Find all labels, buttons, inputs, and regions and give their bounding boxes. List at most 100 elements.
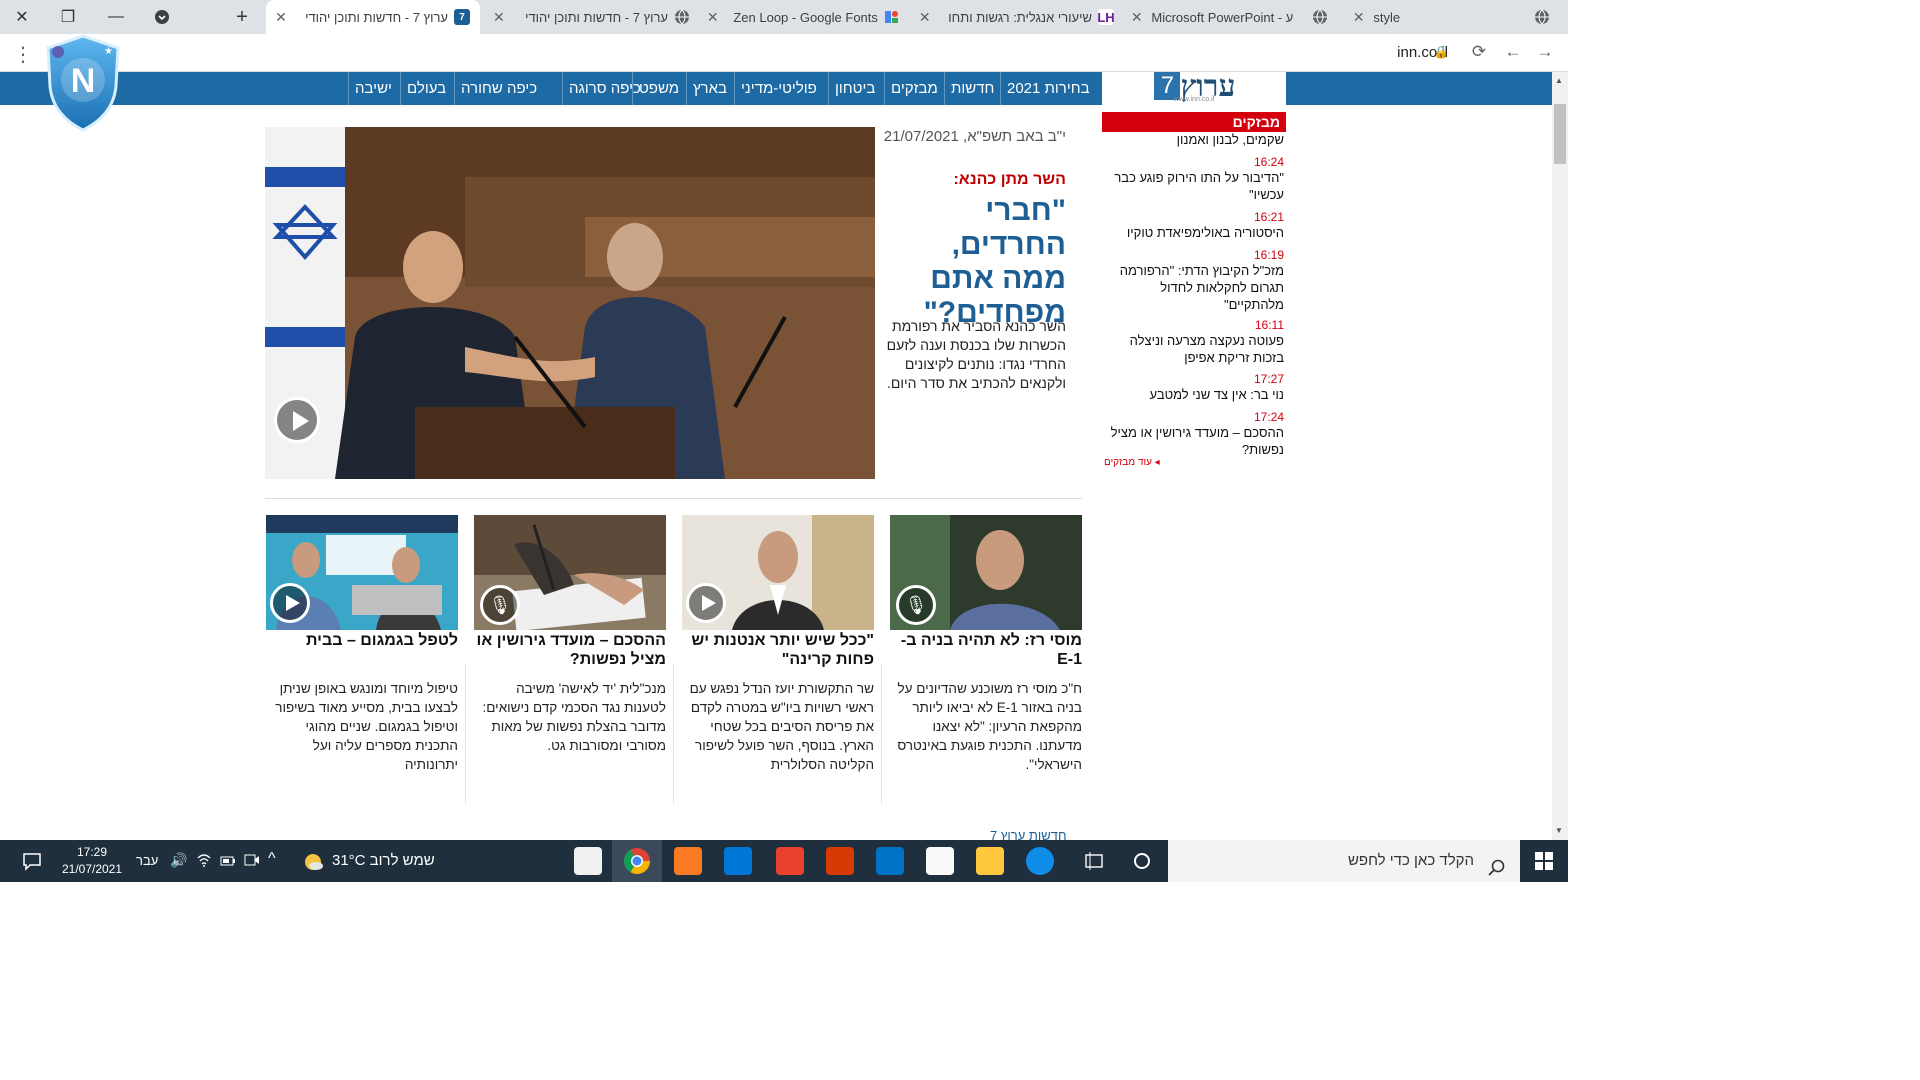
back-arrow-icon[interactable]: ← bbox=[1502, 42, 1524, 64]
play-video-icon[interactable] bbox=[686, 583, 726, 623]
main-story-title[interactable]: "חברי החרדים, ממה אתם מפחדים?" bbox=[886, 194, 1066, 330]
windows-start-icon[interactable] bbox=[1520, 840, 1568, 882]
play-video-icon[interactable] bbox=[270, 583, 310, 623]
tab-close-icon[interactable]: ✕ bbox=[1350, 9, 1367, 26]
card-image[interactable] bbox=[682, 515, 874, 630]
windows-taskbar: 17:29 21/07/2021 עבר 🔊 ^ שמש לרוב 31°C ה… bbox=[0, 840, 1568, 882]
microphone-icon[interactable]: 🎙 bbox=[896, 585, 936, 625]
nav-item-breaking[interactable]: מבזקים bbox=[884, 72, 944, 105]
nav-item-kippa-shchora[interactable]: כיפה שחורה bbox=[454, 72, 543, 105]
file-explorer-app-icon[interactable] bbox=[976, 847, 1004, 875]
globe-icon bbox=[674, 9, 690, 25]
main-story-kicker: השר מתן כהנא: bbox=[953, 171, 1066, 188]
paint-app-icon[interactable] bbox=[574, 847, 602, 875]
breaking-item[interactable]: 17:27 נוי בר: אין צד שני למטבע bbox=[1102, 372, 1284, 403]
more-breaking-label: עוד מבזקים bbox=[1104, 457, 1152, 468]
breaking-item[interactable]: 17:24 ההסכם – מועדד גירושין או מציל נפשות… bbox=[1102, 410, 1284, 458]
microphone-icon[interactable]: 🎙 bbox=[480, 585, 520, 625]
cortana-icon[interactable] bbox=[1132, 851, 1152, 876]
tab-style[interactable]: ✕ style bbox=[1346, 0, 1556, 34]
system-clock[interactable]: 17:29 21/07/2021 bbox=[56, 844, 128, 878]
tab-english-lessons[interactable]: ✕ שיעורי אנגלית: רגשות ותחו LH bbox=[912, 0, 1120, 34]
breaking-news-header[interactable]: מבזקים bbox=[1102, 112, 1286, 132]
breaking-item[interactable]: 16:11 פעוטה נעקצה מצרעה וניצלה בזכות זריק… bbox=[1102, 318, 1284, 366]
xampp-app-icon[interactable] bbox=[674, 847, 702, 875]
section-divider bbox=[265, 498, 1082, 499]
more-breaking-link[interactable]: ◂ עוד מבזקים bbox=[1104, 457, 1160, 468]
scroll-down-icon[interactable]: ▼ bbox=[1555, 826, 1563, 835]
arutz7-icon: 7 bbox=[454, 9, 470, 25]
card-title[interactable]: מוסי רז: לא תהיה בניה ב-E-1 bbox=[890, 631, 1082, 669]
nav-item-world[interactable]: בעולם bbox=[400, 72, 452, 105]
tab-close-icon[interactable]: ✕ bbox=[704, 9, 721, 26]
play-video-icon[interactable] bbox=[274, 397, 320, 443]
nav-item-elections[interactable]: בחירות 2021 bbox=[1000, 72, 1096, 105]
vscode-app-icon[interactable] bbox=[724, 847, 752, 875]
globe-icon bbox=[1312, 9, 1328, 25]
mail-app-icon[interactable] bbox=[876, 847, 904, 875]
battery-icon[interactable] bbox=[220, 854, 236, 872]
card-desc: מנכ"לית 'יד לאישה' משיבה לטענות נגד הסכמ… bbox=[482, 681, 666, 753]
scrollbar-thumb[interactable] bbox=[1554, 104, 1566, 164]
weather-sun-icon[interactable] bbox=[302, 851, 324, 878]
edge-app-icon[interactable] bbox=[1026, 847, 1054, 875]
card-title[interactable]: לטפל בגמגום – בבית bbox=[266, 631, 458, 650]
weather-widget[interactable]: שמש לרוב 31°C bbox=[332, 852, 435, 869]
task-view-icon[interactable] bbox=[1084, 851, 1104, 876]
scroll-up-icon[interactable]: ▲ bbox=[1555, 76, 1563, 85]
breaking-item-time: 17:24 bbox=[1253, 410, 1284, 424]
breaking-item[interactable]: 16:19 מזכ"ל הקיבוץ הדתי: "הרפורמה תגרום ל… bbox=[1102, 248, 1284, 313]
arutz7-news-link[interactable]: חדשות ערוץ 7 bbox=[990, 828, 1067, 840]
chevron-up-icon[interactable]: ^ bbox=[268, 850, 276, 868]
wifi-icon[interactable] bbox=[196, 852, 212, 871]
chrome-app-active[interactable] bbox=[612, 840, 662, 882]
nav-item-israel[interactable]: בארץ bbox=[686, 72, 733, 105]
card-title[interactable]: ההסכם – מועדד גירושין או מציל נפשות? bbox=[474, 631, 666, 669]
tab-search-icon[interactable] bbox=[142, 0, 182, 34]
card-image[interactable]: 🎙 bbox=[890, 515, 1082, 630]
tab-arutz7[interactable]: ✕ ערוץ 7 - חדשות ותוכן יהודי bbox=[486, 0, 696, 34]
tab-close-icon[interactable]: ✕ bbox=[490, 9, 508, 26]
window-close-icon[interactable]: ✕ bbox=[2, 0, 42, 34]
window-restore-icon[interactable]: ❐ bbox=[48, 0, 88, 34]
shield-extension-icon[interactable]: N ★ bbox=[44, 34, 122, 132]
main-story-image[interactable] bbox=[265, 127, 875, 479]
nav-item-kippa-sruga[interactable]: כיפה סרוגה bbox=[562, 72, 647, 105]
breaking-item-text: שקמים, לבנון ואמנון bbox=[1176, 132, 1284, 147]
browser-tab-strip: ✕ ❐ — + ✕ ערוץ 7 - חדשות ותוכן יהודי 7 ✕… bbox=[0, 0, 1568, 34]
store-app-icon[interactable] bbox=[926, 847, 954, 875]
window-minimize-icon[interactable]: — bbox=[96, 0, 136, 34]
menu-kebab-icon[interactable]: ⋮ bbox=[12, 42, 34, 66]
nav-item-news[interactable]: חדשות bbox=[944, 72, 1000, 105]
tab-google-fonts[interactable]: ✕ Zen Loop - Google Fonts bbox=[700, 0, 906, 34]
nav-item-politics[interactable]: פוליטי-מדיני bbox=[734, 72, 823, 105]
office-app-icon[interactable] bbox=[826, 847, 854, 875]
forward-arrow-icon[interactable]: → bbox=[1534, 42, 1556, 64]
tab-close-icon[interactable]: ✕ bbox=[1128, 9, 1145, 26]
tab-arutz7-active[interactable]: ✕ ערוץ 7 - חדשות ותוכן יהודי 7 bbox=[266, 0, 480, 34]
anydesk-app-icon[interactable] bbox=[776, 847, 804, 875]
language-indicator[interactable]: עבר bbox=[136, 853, 158, 868]
nav-item-security[interactable]: ביטחון bbox=[828, 72, 881, 105]
notifications-icon[interactable] bbox=[22, 851, 42, 876]
breaking-item[interactable]: 16:24 "הדיבור על התו הירוק פוגע כבר עכשיו… bbox=[1102, 155, 1284, 203]
volume-icon[interactable]: 🔊 bbox=[170, 852, 187, 869]
tab-close-icon[interactable]: ✕ bbox=[916, 9, 934, 26]
search-placeholder: הקלד כאן כדי לחפש bbox=[1347, 852, 1474, 869]
breaking-item[interactable]: 16:21 היסטוריה באולימפיאדת טוקיו bbox=[1102, 210, 1284, 241]
card-image[interactable] bbox=[266, 515, 458, 630]
lock-icon[interactable]: 🔒 bbox=[1430, 45, 1452, 67]
card-title[interactable]: "ככל שיש יותר אנטנות יש פחות קרינה" bbox=[682, 631, 874, 669]
nav-item-yeshiva[interactable]: ישיבה bbox=[348, 72, 398, 105]
page-scrollbar[interactable]: ▲ ▼ bbox=[1552, 72, 1568, 840]
meet-now-icon[interactable] bbox=[244, 853, 260, 872]
tab-close-icon[interactable]: ✕ bbox=[272, 9, 290, 26]
card-image[interactable]: 🎙 bbox=[474, 515, 666, 630]
reload-icon[interactable]: ⟳ bbox=[1468, 42, 1490, 64]
arutz7-logo[interactable]: ערוץ7 www.inn.co.il bbox=[1102, 72, 1286, 105]
breaking-item[interactable]: שקמים, לבנון ואמנון bbox=[1102, 131, 1284, 148]
new-tab-button[interactable]: + bbox=[222, 0, 262, 34]
card-divider bbox=[881, 664, 882, 804]
tab-powerpoint[interactable]: ✕ Microsoft PowerPoint - ע bbox=[1124, 0, 1334, 34]
taskbar-search-box[interactable]: הקלד כאן כדי לחפש bbox=[1168, 840, 1520, 882]
